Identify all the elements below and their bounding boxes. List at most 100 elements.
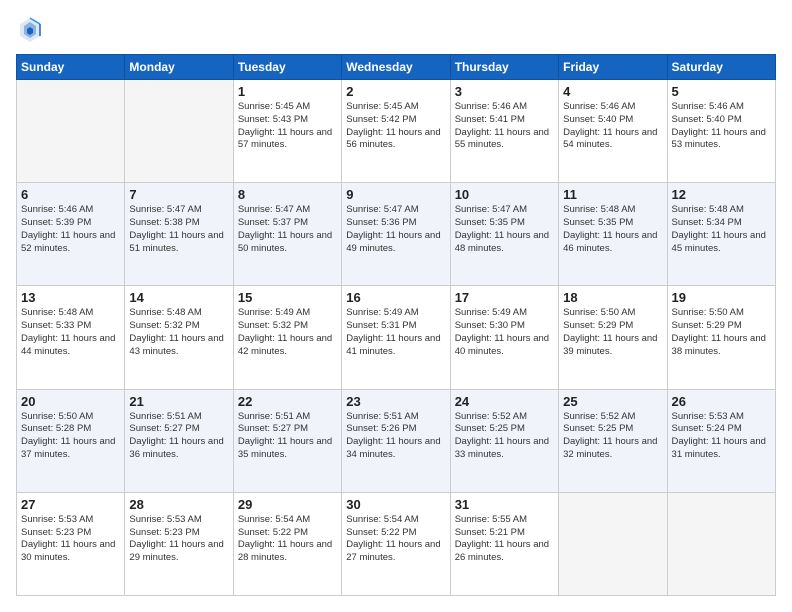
day-number: 27	[21, 497, 120, 512]
calendar-cell: 2 Sunrise: 5:45 AM Sunset: 5:42 PM Daylig…	[342, 80, 450, 183]
day-number: 9	[346, 187, 445, 202]
calendar-cell: 16 Sunrise: 5:49 AM Sunset: 5:31 PM Dayli…	[342, 286, 450, 389]
cell-sun-info: Sunrise: 5:49 AM Sunset: 5:30 PM Dayligh…	[455, 307, 554, 358]
cell-sun-info: Sunrise: 5:48 AM Sunset: 5:33 PM Dayligh…	[21, 307, 120, 358]
cell-sun-info: Sunrise: 5:47 AM Sunset: 5:35 PM Dayligh…	[455, 204, 554, 255]
day-number: 4	[563, 84, 662, 99]
day-number: 1	[238, 84, 337, 99]
day-number: 29	[238, 497, 337, 512]
cell-sun-info: Sunrise: 5:46 AM Sunset: 5:41 PM Dayligh…	[455, 101, 554, 152]
day-number: 15	[238, 290, 337, 305]
cell-sun-info: Sunrise: 5:47 AM Sunset: 5:38 PM Dayligh…	[129, 204, 228, 255]
weekday-header-friday: Friday	[559, 55, 667, 80]
logo-icon	[16, 16, 44, 44]
day-number: 17	[455, 290, 554, 305]
cell-sun-info: Sunrise: 5:47 AM Sunset: 5:36 PM Dayligh…	[346, 204, 445, 255]
calendar-cell: 24 Sunrise: 5:52 AM Sunset: 5:25 PM Dayli…	[450, 389, 558, 492]
day-number: 14	[129, 290, 228, 305]
cell-sun-info: Sunrise: 5:53 AM Sunset: 5:23 PM Dayligh…	[21, 514, 120, 565]
calendar-cell: 22Sunrise: 5:51 AM Sunset: 5:27 PM Dayli…	[233, 389, 341, 492]
weekday-header-row: SundayMondayTuesdayWednesdayThursdayFrid…	[17, 55, 776, 80]
weekday-header-tuesday: Tuesday	[233, 55, 341, 80]
cell-sun-info: Sunrise: 5:52 AM Sunset: 5:25 PM Dayligh…	[563, 411, 662, 462]
calendar-cell: 29 Sunrise: 5:54 AM Sunset: 5:22 PM Dayli…	[233, 492, 341, 595]
cell-sun-info: Sunrise: 5:51 AM Sunset: 5:27 PM Dayligh…	[129, 411, 228, 462]
calendar-cell: 27 Sunrise: 5:53 AM Sunset: 5:23 PM Dayli…	[17, 492, 125, 595]
calendar-week-row: 27 Sunrise: 5:53 AM Sunset: 5:23 PM Dayli…	[17, 492, 776, 595]
cell-sun-info: Sunrise: 5:45 AM Sunset: 5:42 PM Dayligh…	[346, 101, 445, 152]
day-number: 24	[455, 394, 554, 409]
calendar-cell: 19 Sunrise: 5:50 AM Sunset: 5:29 PM Dayli…	[667, 286, 775, 389]
calendar-cell: 12 Sunrise: 5:48 AM Sunset: 5:34 PM Dayli…	[667, 183, 775, 286]
cell-sun-info: Sunrise: 5:49 AM Sunset: 5:32 PM Dayligh…	[238, 307, 337, 358]
cell-sun-info: Sunrise: 5:48 AM Sunset: 5:35 PM Dayligh…	[563, 204, 662, 255]
day-number: 10	[455, 187, 554, 202]
calendar-cell: 28 Sunrise: 5:53 AM Sunset: 5:23 PM Dayli…	[125, 492, 233, 595]
cell-sun-info: Sunrise: 5:48 AM Sunset: 5:34 PM Dayligh…	[672, 204, 771, 255]
page: SundayMondayTuesdayWednesdayThursdayFrid…	[0, 0, 792, 612]
day-number: 30	[346, 497, 445, 512]
cell-sun-info: Sunrise: 5:50 AM Sunset: 5:28 PM Dayligh…	[21, 411, 120, 462]
calendar-cell: 26 Sunrise: 5:53 AM Sunset: 5:24 PM Dayli…	[667, 389, 775, 492]
cell-sun-info: Sunrise: 5:53 AM Sunset: 5:24 PM Dayligh…	[672, 411, 771, 462]
cell-sun-info: Sunrise: 5:45 AM Sunset: 5:43 PM Dayligh…	[238, 101, 337, 152]
day-number: 28	[129, 497, 228, 512]
calendar-cell: 4 Sunrise: 5:46 AM Sunset: 5:40 PM Daylig…	[559, 80, 667, 183]
calendar-cell: 21 Sunrise: 5:51 AM Sunset: 5:27 PM Dayli…	[125, 389, 233, 492]
cell-sun-info: Sunrise: 5:46 AM Sunset: 5:39 PM Dayligh…	[21, 204, 120, 255]
day-number: 3	[455, 84, 554, 99]
calendar-cell: 1 Sunrise: 5:45 AM Sunset: 5:43 PM Daylig…	[233, 80, 341, 183]
day-number: 16	[346, 290, 445, 305]
cell-sun-info: Sunrise: 5:46 AM Sunset: 5:40 PM Dayligh…	[563, 101, 662, 152]
day-number: 12	[672, 187, 771, 202]
calendar-cell: 18 Sunrise: 5:50 AM Sunset: 5:29 PM Dayli…	[559, 286, 667, 389]
day-number: 13	[21, 290, 120, 305]
weekday-header-wednesday: Wednesday	[342, 55, 450, 80]
calendar-cell	[667, 492, 775, 595]
cell-sun-info: Sunrise: 5:53 AM Sunset: 5:23 PM Dayligh…	[129, 514, 228, 565]
calendar-cell: 13 Sunrise: 5:48 AM Sunset: 5:33 PM Dayli…	[17, 286, 125, 389]
calendar-cell: 14Sunrise: 5:48 AM Sunset: 5:32 PM Dayli…	[125, 286, 233, 389]
day-number: 23	[346, 394, 445, 409]
cell-sun-info: Sunrise: 5:55 AM Sunset: 5:21 PM Dayligh…	[455, 514, 554, 565]
cell-sun-info: Sunrise: 5:54 AM Sunset: 5:22 PM Dayligh…	[346, 514, 445, 565]
weekday-header-thursday: Thursday	[450, 55, 558, 80]
calendar-cell	[17, 80, 125, 183]
day-number: 18	[563, 290, 662, 305]
calendar-cell: 31 Sunrise: 5:55 AM Sunset: 5:21 PM Dayli…	[450, 492, 558, 595]
cell-sun-info: Sunrise: 5:50 AM Sunset: 5:29 PM Dayligh…	[563, 307, 662, 358]
calendar-cell: 17 Sunrise: 5:49 AM Sunset: 5:30 PM Dayli…	[450, 286, 558, 389]
day-number: 21	[129, 394, 228, 409]
weekday-header-sunday: Sunday	[17, 55, 125, 80]
calendar-cell: 30 Sunrise: 5:54 AM Sunset: 5:22 PM Dayli…	[342, 492, 450, 595]
calendar-cell	[125, 80, 233, 183]
day-number: 8	[238, 187, 337, 202]
calendar-cell: 9 Sunrise: 5:47 AM Sunset: 5:36 PM Daylig…	[342, 183, 450, 286]
logo	[16, 16, 48, 44]
weekday-header-monday: Monday	[125, 55, 233, 80]
cell-sun-info: Sunrise: 5:46 AM Sunset: 5:40 PM Dayligh…	[672, 101, 771, 152]
day-number: 11	[563, 187, 662, 202]
day-number: 20	[21, 394, 120, 409]
calendar-table: SundayMondayTuesdayWednesdayThursdayFrid…	[16, 54, 776, 596]
calendar-week-row: 20 Sunrise: 5:50 AM Sunset: 5:28 PM Dayli…	[17, 389, 776, 492]
weekday-header-saturday: Saturday	[667, 55, 775, 80]
day-number: 7	[129, 187, 228, 202]
calendar-cell	[559, 492, 667, 595]
day-number: 2	[346, 84, 445, 99]
day-number: 31	[455, 497, 554, 512]
calendar-week-row: 1 Sunrise: 5:45 AM Sunset: 5:43 PM Daylig…	[17, 80, 776, 183]
calendar-cell: 15 Sunrise: 5:49 AM Sunset: 5:32 PM Dayli…	[233, 286, 341, 389]
day-number: 26	[672, 394, 771, 409]
day-number: 19	[672, 290, 771, 305]
calendar-week-row: 6Sunrise: 5:46 AM Sunset: 5:39 PM Daylig…	[17, 183, 776, 286]
calendar-cell: 20 Sunrise: 5:50 AM Sunset: 5:28 PM Dayli…	[17, 389, 125, 492]
cell-sun-info: Sunrise: 5:52 AM Sunset: 5:25 PM Dayligh…	[455, 411, 554, 462]
day-number: 5	[672, 84, 771, 99]
cell-sun-info: Sunrise: 5:49 AM Sunset: 5:31 PM Dayligh…	[346, 307, 445, 358]
day-number: 25	[563, 394, 662, 409]
cell-sun-info: Sunrise: 5:54 AM Sunset: 5:22 PM Dayligh…	[238, 514, 337, 565]
calendar-cell: 25 Sunrise: 5:52 AM Sunset: 5:25 PM Dayli…	[559, 389, 667, 492]
calendar-cell: 7 Sunrise: 5:47 AM Sunset: 5:38 PM Daylig…	[125, 183, 233, 286]
cell-sun-info: Sunrise: 5:50 AM Sunset: 5:29 PM Dayligh…	[672, 307, 771, 358]
